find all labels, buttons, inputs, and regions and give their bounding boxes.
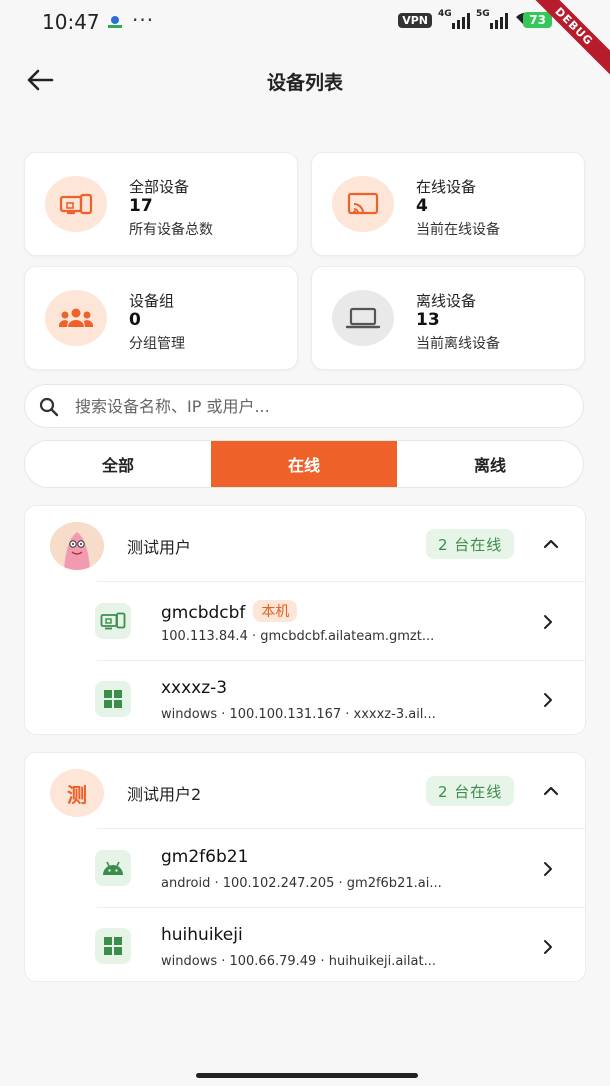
- search-bar: [24, 384, 584, 428]
- cast-icon: [332, 176, 394, 232]
- vpn-icon: VPN: [398, 12, 432, 28]
- devices-icon: [45, 176, 107, 232]
- group-icon: [45, 290, 107, 346]
- stat-label: 全部设备: [129, 178, 190, 196]
- page-title: 设备列表: [266, 72, 343, 94]
- stat-label: 离线设备: [416, 292, 477, 310]
- status-time: 10:47: [42, 10, 100, 34]
- user-avatar: [50, 522, 104, 570]
- online-count-badge: 2 台在线: [426, 529, 515, 559]
- device-name: xxxxz-3: [161, 678, 228, 698]
- battery-indicator: 73: [523, 12, 552, 28]
- user-group-card: 测 测试用户2 2 台在线 gm2f6b21 android · 100.102…: [24, 752, 586, 982]
- online-count-badge: 2 台在线: [426, 776, 515, 806]
- group-header[interactable]: 测试用户 2 台在线: [25, 506, 585, 582]
- device-meta: windows · 100.100.131.167 · xxxxz-3.ail.…: [161, 707, 436, 722]
- stat-desc: 当前在线设备: [416, 222, 500, 238]
- device-row[interactable]: huihuikeji windows · 100.66.79.49 · huih…: [25, 909, 585, 985]
- stat-card-offline-devices[interactable]: 离线设备 13 当前离线设备: [311, 266, 585, 370]
- chevron-up-icon[interactable]: [541, 534, 561, 554]
- stat-label: 在线设备: [416, 178, 477, 196]
- stat-card-device-groups[interactable]: 设备组 0 分组管理: [24, 266, 298, 370]
- windows-icon: [95, 928, 131, 964]
- device-meta: windows · 100.66.79.49 · huihuikeji.aila…: [161, 954, 436, 969]
- tab-online[interactable]: 在线: [211, 441, 397, 487]
- device-meta: 100.113.84.4 · gmcbdcbf.ailateam.gmzt...: [161, 629, 435, 644]
- stat-desc: 分组管理: [129, 336, 185, 352]
- stat-label: 设备组: [129, 292, 175, 310]
- tab-offline[interactable]: 离线: [397, 441, 583, 487]
- signal-4g-icon: 4G: [438, 9, 470, 29]
- chevron-right-icon: [544, 940, 552, 954]
- windows-icon: [95, 681, 131, 717]
- device-row[interactable]: gmcbdcbf 本机 100.113.84.4 · gmcbdcbf.ailat…: [25, 584, 585, 660]
- home-indicator[interactable]: [196, 1073, 418, 1078]
- stat-card-online-devices[interactable]: 在线设备 4 当前在线设备: [311, 152, 585, 256]
- status-bar: 10:47 ··· VPN 4G 5G 73 DEBUG: [0, 0, 610, 83]
- search-input[interactable]: [75, 385, 565, 427]
- chevron-up-icon[interactable]: [541, 781, 561, 801]
- devices-icon: [95, 603, 131, 639]
- stat-value: 4: [416, 196, 428, 216]
- user-group-card: 测试用户 2 台在线 gmcbdcbf 本机 100.113.84.4 · gmc…: [24, 505, 586, 735]
- chevron-right-icon: [544, 693, 552, 707]
- group-header[interactable]: 测 测试用户2 2 台在线: [25, 753, 585, 829]
- stat-value: 13: [416, 310, 440, 330]
- stat-value: 0: [129, 310, 141, 330]
- user-avatar: 测: [50, 769, 104, 817]
- device-name: gm2f6b21: [161, 847, 249, 867]
- signal-5g-icon: 5G: [476, 9, 508, 29]
- tab-all[interactable]: 全部: [25, 441, 211, 487]
- device-meta: android · 100.102.247.205 · gm2f6b21.ai.…: [161, 876, 442, 891]
- group-name: 测试用户2: [127, 785, 202, 804]
- device-name: huihuikeji: [161, 925, 243, 945]
- more-notifications-icon: ···: [132, 8, 155, 32]
- stat-value: 17: [129, 196, 153, 216]
- stat-desc: 所有设备总数: [129, 222, 213, 238]
- search-icon: [39, 397, 59, 417]
- local-device-badge: 本机: [253, 600, 298, 622]
- laptop-icon: [332, 290, 394, 346]
- filter-tabs: 全部 在线 离线: [24, 440, 584, 488]
- app-header: 设备列表: [0, 56, 610, 104]
- divider: [97, 581, 585, 582]
- device-name: gmcbdcbf 本机: [161, 600, 298, 623]
- app-notification-icon: [108, 16, 122, 28]
- divider: [97, 828, 585, 829]
- group-name: 测试用户: [127, 538, 192, 557]
- stat-desc: 当前离线设备: [416, 336, 500, 352]
- device-row[interactable]: gm2f6b21 android · 100.102.247.205 · gm2…: [25, 831, 585, 907]
- chevron-right-icon: [544, 615, 552, 629]
- device-row[interactable]: xxxxz-3 windows · 100.100.131.167 · xxxx…: [25, 662, 585, 738]
- divider: [97, 660, 585, 661]
- stat-card-all-devices[interactable]: 全部设备 17 所有设备总数: [24, 152, 298, 256]
- android-icon: [95, 850, 131, 886]
- divider: [97, 907, 585, 908]
- chevron-right-icon: [544, 862, 552, 876]
